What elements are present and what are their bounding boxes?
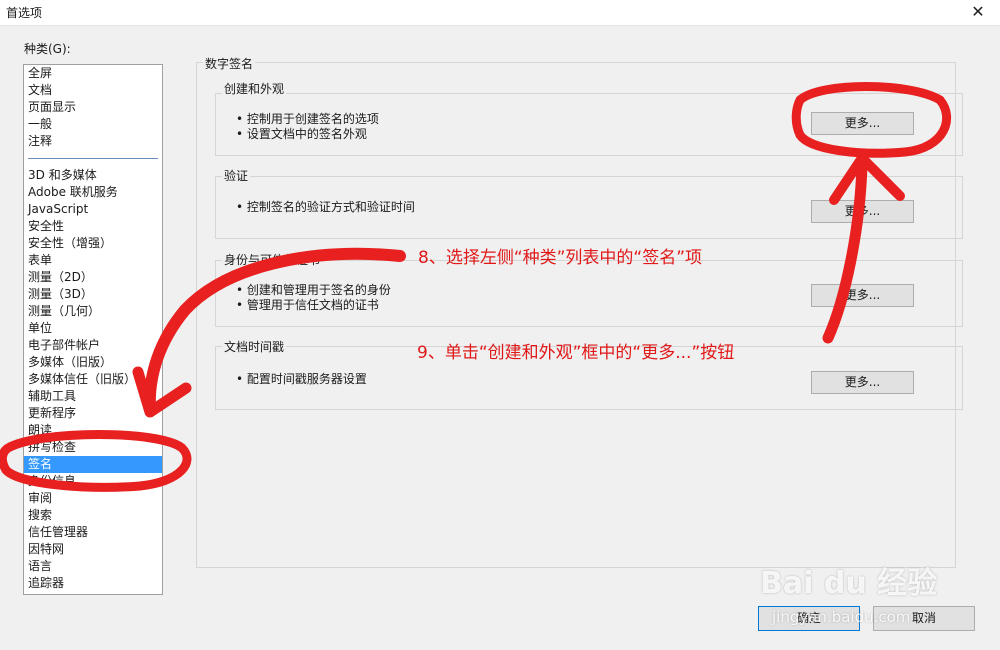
bullet-identity-2: 管理用于信任文档的证书 [236,296,379,313]
category-item[interactable]: 搜索 [24,507,162,524]
more-button-create[interactable]: 更多... [811,112,914,135]
category-item[interactable]: 信任管理器 [24,524,162,541]
group-title: 数字签名 [203,55,256,72]
category-group-top: 全屏 文档 页面显示 一般 注释 [24,65,162,150]
category-label: 种类(G): [24,42,71,56]
category-item[interactable]: 多媒体信任（旧版） [24,371,162,388]
more-button-timestamp[interactable]: 更多... [811,371,914,394]
category-item[interactable]: 注释 [24,133,162,150]
close-icon[interactable]: ✕ [966,2,990,22]
bullet-timestamp-1: 配置时间戳服务器设置 [236,370,367,387]
cancel-button[interactable]: 取消 [873,606,975,631]
category-list[interactable]: 全屏 文档 页面显示 一般 注释 3D 和多媒体 Adobe 联机服务 JavaScript… [23,64,163,595]
more-button-identity[interactable]: 更多... [811,284,914,307]
category-item[interactable]: 审阅 [24,490,162,507]
annotation-step-9: 9、单击“创建和外观”框中的“更多...”按钮 [417,343,735,363]
category-item[interactable]: 语言 [24,558,162,575]
section-title-timestamp: 文档时间戳 [222,338,287,355]
category-item[interactable]: 因特网 [24,541,162,558]
ok-button[interactable]: 确定 [758,606,860,631]
category-item[interactable]: 身份信息 [24,473,162,490]
category-item[interactable]: 安全性（增强） [24,235,162,252]
category-item[interactable]: 追踪器 [24,575,162,592]
category-item[interactable]: 测量（3D） [24,286,162,303]
category-item[interactable]: 签名 [24,456,162,473]
category-group-bottom: 3D 和多媒体 Adobe 联机服务 JavaScript 安全性 安全性（增强） 表单测… [24,167,162,592]
bullet-verify-1: 控制签名的验证方式和验证时间 [236,198,415,215]
category-item[interactable]: 文档 [24,82,162,99]
category-divider [28,158,158,159]
category-item[interactable]: 3D 和多媒体 [24,167,162,184]
category-item[interactable]: JavaScript [24,201,162,218]
category-item[interactable]: 朗读 [24,422,162,439]
category-item[interactable]: 单位 [24,320,162,337]
category-item[interactable]: Adobe 联机服务 [24,184,162,201]
section-title-create: 创建和外观 [222,80,287,97]
category-item[interactable]: 辅助工具 [24,388,162,405]
annotation-step-8: 8、选择左侧“种类”列表中的“签名”项 [418,248,703,268]
category-item[interactable]: 测量（几何） [24,303,162,320]
section-title-verify: 验证 [222,167,251,184]
category-item[interactable]: 拼写检查 [24,439,162,456]
category-item[interactable]: 全屏 [24,65,162,82]
category-item[interactable]: 页面显示 [24,99,162,116]
category-item[interactable]: 测量（2D） [24,269,162,286]
window-title: 首选项 [6,6,43,20]
category-item[interactable]: 更新程序 [24,405,162,422]
category-item[interactable]: 多媒体（旧版） [24,354,162,371]
more-button-verify[interactable]: 更多... [811,200,914,223]
section-title-identity: 身份与可信任证书 [222,251,323,268]
category-item[interactable]: 表单 [24,252,162,269]
category-item[interactable]: 安全性 [24,218,162,235]
bullet-create-2: 设置文档中的签名外观 [236,125,367,142]
category-item[interactable]: 一般 [24,116,162,133]
category-item[interactable]: 电子部件帐户 [24,337,162,354]
title-bar: 首选项 ✕ [0,0,1000,26]
